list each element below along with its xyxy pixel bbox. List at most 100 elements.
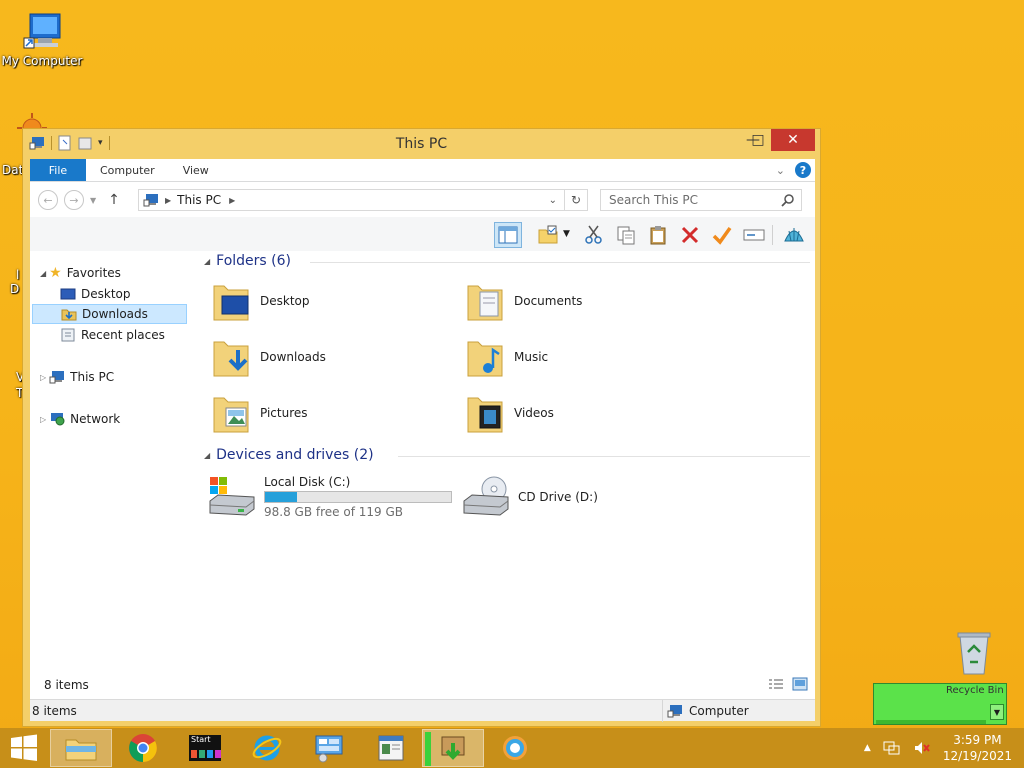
status-location-label: Computer xyxy=(689,704,749,718)
star-icon: ★ xyxy=(49,265,62,281)
help-icon[interactable]: ? xyxy=(795,162,811,178)
refresh-button[interactable]: ↻ xyxy=(564,189,588,211)
desktop-partial-label: D xyxy=(10,282,20,296)
collapse-arrow-icon[interactable]: ◢ xyxy=(204,451,210,460)
up-button[interactable]: ↑ xyxy=(108,192,120,208)
folder-tile-desktop[interactable]: Desktop xyxy=(212,275,310,327)
nav-network[interactable]: ▷ Network xyxy=(40,409,120,429)
folder-options-button[interactable] xyxy=(534,222,562,248)
windows-logo-icon xyxy=(11,734,37,761)
chevron-down-icon[interactable]: ▼ xyxy=(563,229,570,239)
floating-widget[interactable]: Recycle Bin ▼ xyxy=(873,683,1007,725)
hard-drive-icon xyxy=(209,477,255,516)
large-icons-view-icon[interactable] xyxy=(792,677,808,691)
breadcrumb-arrow-icon[interactable]: ▶ xyxy=(165,196,171,205)
recent-places-icon xyxy=(61,328,75,342)
desktop-partial-label: Dat xyxy=(2,163,24,177)
desktop-icon-my-computer[interactable]: My Computer xyxy=(2,12,82,68)
breadcrumb-arrow-icon[interactable]: ▶ xyxy=(229,196,235,205)
properties-button[interactable] xyxy=(708,222,736,248)
document-app-icon xyxy=(378,735,404,761)
clipboard-icon xyxy=(650,226,666,245)
paste-button[interactable] xyxy=(644,222,672,248)
network-icon xyxy=(51,413,65,426)
maximize-button[interactable]: □ xyxy=(745,129,771,151)
clock-time: 3:59 PM xyxy=(953,733,1002,747)
folder-tile-downloads[interactable]: Downloads xyxy=(212,331,326,383)
network-drive-button[interactable] xyxy=(780,222,808,248)
desktop-icon-recycle-bin[interactable] xyxy=(938,630,1010,676)
collapse-arrow-icon[interactable]: ◢ xyxy=(204,257,210,266)
breadcrumb-this-pc[interactable]: This PC xyxy=(177,193,221,207)
explorer-window: ▾ This PC — □ ✕ File Computer View ⌄ ? ←… xyxy=(22,128,821,727)
window-titlebar[interactable]: ▾ This PC — □ ✕ xyxy=(23,129,820,159)
nav-label: Favorites xyxy=(66,266,121,280)
show-hidden-icons-icon[interactable]: ▲ xyxy=(864,743,871,753)
taskbar-notepad[interactable] xyxy=(360,729,422,767)
address-dropdown-icon[interactable]: ⌄ xyxy=(549,195,557,206)
preview-pane-button[interactable] xyxy=(494,222,522,248)
folder-label: Desktop xyxy=(260,294,310,308)
divider xyxy=(398,456,810,457)
expand-arrow-icon[interactable]: ▷ xyxy=(40,373,46,382)
file-explorer-icon xyxy=(65,739,97,761)
command-toolbar: ▼ xyxy=(30,217,815,251)
taskbar-app[interactable] xyxy=(484,729,546,767)
drive-tile-c[interactable]: Local Disk (C:) 98.8 GB free of 119 GB xyxy=(208,471,452,523)
expand-arrow-icon[interactable]: ▷ xyxy=(40,415,46,424)
back-button[interactable]: ← xyxy=(38,190,58,210)
download-manager-icon xyxy=(441,736,465,760)
network-status-icon[interactable] xyxy=(883,740,901,756)
nav-desktop[interactable]: Desktop xyxy=(60,284,131,304)
ribbon-tabs: File Computer View ⌄ ? xyxy=(30,159,815,182)
taskbar-start-tile[interactable]: Start xyxy=(174,729,236,767)
taskbar-control-panel[interactable] xyxy=(298,729,360,767)
folder-tile-music[interactable]: Music xyxy=(466,331,548,383)
taskbar-download-manager[interactable] xyxy=(422,729,484,767)
nav-label: This PC xyxy=(70,370,115,384)
group-title: Folders (6) xyxy=(216,253,291,269)
folders-group-header[interactable]: ◢ Folders (6) xyxy=(204,251,291,271)
cut-button[interactable] xyxy=(580,222,608,248)
delete-button[interactable] xyxy=(676,222,704,248)
folder-tile-documents[interactable]: Documents xyxy=(466,275,582,327)
details-view-icon[interactable] xyxy=(768,677,784,691)
folder-check-icon xyxy=(538,225,558,244)
close-button[interactable]: ✕ xyxy=(771,129,815,151)
music-folder-icon xyxy=(467,341,503,377)
tab-view[interactable]: View xyxy=(169,159,223,181)
expand-ribbon-icon[interactable]: ⌄ xyxy=(776,164,785,177)
nav-this-pc[interactable]: ▷ This PC xyxy=(40,367,114,387)
search-icon[interactable] xyxy=(781,193,795,207)
folder-tile-pictures[interactable]: Pictures xyxy=(212,387,308,439)
taskbar-internet-explorer[interactable] xyxy=(236,729,298,767)
nav-recent-places[interactable]: Recent places xyxy=(60,325,165,345)
expand-arrow-icon[interactable]: ◢ xyxy=(40,269,46,278)
rename-button[interactable] xyxy=(740,222,768,248)
forward-button[interactable]: → xyxy=(64,190,84,210)
videos-folder-icon xyxy=(467,397,503,433)
recent-locations-icon[interactable]: ▼ xyxy=(90,196,96,205)
widget-dropdown[interactable]: ▼ xyxy=(990,704,1004,720)
view-toggle xyxy=(768,677,808,691)
tab-file[interactable]: File xyxy=(30,159,86,181)
nav-label: Desktop xyxy=(81,287,131,301)
address-bar[interactable]: ▶ This PC ▶ ⌄ xyxy=(138,189,588,211)
devices-group-header[interactable]: ◢ Devices and drives (2) xyxy=(204,445,374,465)
folder-tile-videos[interactable]: Videos xyxy=(466,387,554,439)
volume-muted-icon[interactable] xyxy=(913,740,931,756)
item-count: 8 items xyxy=(44,678,89,692)
search-input[interactable]: Search This PC xyxy=(600,189,802,211)
taskbar: Start ▲ 3:59 PM 12/19/2021 xyxy=(0,728,1024,768)
folder-label: Pictures xyxy=(260,406,308,420)
tab-computer[interactable]: Computer xyxy=(86,159,169,181)
folder-label: Downloads xyxy=(260,350,326,364)
start-button[interactable] xyxy=(0,729,48,767)
copy-button[interactable] xyxy=(612,222,640,248)
taskbar-file-explorer[interactable] xyxy=(50,729,112,767)
nav-downloads[interactable]: Downloads xyxy=(32,304,187,324)
nav-favorites[interactable]: ◢ ★ Favorites xyxy=(40,263,121,283)
taskbar-chrome[interactable] xyxy=(112,729,174,767)
drive-tile-d[interactable]: CD Drive (D:) xyxy=(462,471,598,523)
clock[interactable]: 3:59 PM 12/19/2021 xyxy=(943,732,1012,764)
